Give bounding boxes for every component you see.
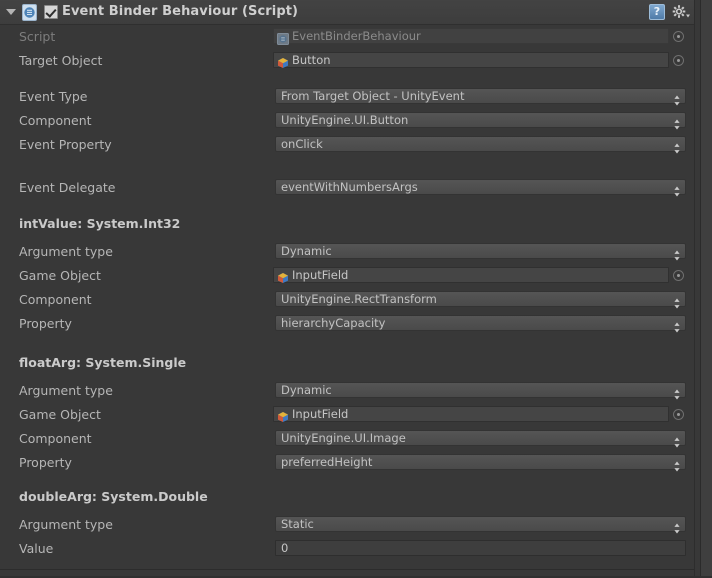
floatarg-game-object-value: InputField [292,407,349,421]
row-label-target-object: Target Object [19,53,103,68]
gameobject-cube-icon [277,408,289,422]
component-value: UnityEngine.UI.Button [281,113,409,127]
target-object-picker-icon[interactable] [673,55,684,66]
row-floatarg-game-object: Game Object InputField [0,406,694,423]
chevron-updown-icon [673,91,681,106]
component-header[interactable]: Event Binder Behaviour (Script) ? [0,0,694,25]
component-title: Event Binder Behaviour (Script) [62,4,299,19]
event-type-dropdown[interactable]: From Target Object - UnityEvent [275,88,686,106]
row-label-property: Property [19,455,72,470]
event-delegate-dropdown[interactable]: eventWithNumbersArgs [275,179,686,197]
row-label-argument-type: Argument type [19,517,113,532]
inspector-right-strip [700,0,712,578]
intvalue-property-dropdown[interactable]: hierarchyCapacity [275,315,686,333]
doublearg-value-input[interactable]: 0 [275,540,686,556]
chevron-updown-icon [673,115,681,130]
row-label-argument-type: Argument type [19,383,113,398]
intvalue-argument-type-dropdown[interactable]: Dynamic [275,243,686,261]
row-event-delegate: Event Delegate eventWithNumbersArgs [0,179,694,197]
row-floatarg-property: Property preferredHeight [0,454,694,472]
section-heading-floatarg: floatArg: System.Single [19,355,187,370]
floatarg-property-value: preferredHeight [281,455,373,469]
event-type-value: From Target Object - UnityEvent [281,89,465,103]
doublearg-argument-type-dropdown[interactable]: Static [275,516,686,534]
row-doublearg-value: Value 0 [0,540,694,557]
chevron-updown-icon [673,246,681,261]
help-icon[interactable]: ? [649,4,665,20]
intvalue-component-dropdown[interactable]: UnityEngine.RectTransform [275,291,686,309]
row-target-object: Target Object Button [0,52,694,69]
row-intvalue-component: Component UnityEngine.RectTransform [0,291,694,309]
intvalue-component-value: UnityEngine.RectTransform [281,292,437,306]
chevron-updown-icon [673,519,681,534]
doublearg-argument-type-value: Static [281,517,314,531]
row-component: Component UnityEngine.UI.Button [0,112,694,130]
row-label-game-object: Game Object [19,407,101,422]
intvalue-argument-type-value: Dynamic [281,244,332,258]
chevron-updown-icon [673,385,681,400]
row-label-component: Component [19,113,92,128]
csharp-script-icon [277,30,289,45]
intvalue-property-value: hierarchyCapacity [281,316,386,330]
row-intvalue-argument-type: Argument type Dynamic [0,243,694,261]
row-floatarg-argument-type: Argument type Dynamic [0,382,694,400]
component-enabled-checkbox[interactable] [44,5,58,19]
row-intvalue-game-object: Game Object InputField [0,267,694,284]
event-property-dropdown[interactable]: onClick [275,136,686,154]
section-heading-doublearg: doubleArg: System.Double [19,489,208,504]
event-property-value: onClick [281,137,323,151]
floatarg-argument-type-value: Dynamic [281,383,332,397]
row-script: Script EventBinderBehaviour [0,28,694,45]
floatarg-component-dropdown[interactable]: UnityEngine.UI.Image [275,430,686,448]
inspector-panel: Event Binder Behaviour (Script) ? Script… [0,0,712,578]
target-object-field[interactable]: Button [273,52,669,68]
foldout-triangle-icon[interactable] [6,9,16,15]
chevron-updown-icon [673,433,681,448]
intvalue-game-object-value: InputField [292,268,349,282]
script-value: EventBinderBehaviour [292,29,421,43]
panel-right-edge [694,0,695,578]
chevron-updown-icon [673,182,681,197]
intvalue-game-object-object-field[interactable]: InputField [273,267,669,283]
row-label-event-delegate: Event Delegate [19,180,116,195]
row-event-property: Event Property onClick [0,136,694,154]
gameobject-cube-icon [277,54,289,68]
component-dropdown[interactable]: UnityEngine.UI.Button [275,112,686,130]
row-label-value: Value [19,541,54,556]
gameobject-cube-icon [277,269,289,283]
gear-icon[interactable] [671,4,691,20]
row-label-property: Property [19,316,72,331]
row-event-type: Event Type From Target Object - UnityEve… [0,88,694,106]
chevron-updown-icon [673,457,681,472]
target-object-value: Button [292,53,331,67]
chevron-updown-icon [673,139,681,154]
row-label-event-property: Event Property [19,137,112,152]
panel-bottom-divider [0,569,694,570]
row-doublearg-argument-type: Argument type Static [0,516,694,534]
row-label-script: Script [19,29,56,44]
row-label-component: Component [19,292,92,307]
floatarg-argument-type-dropdown[interactable]: Dynamic [275,382,686,400]
event-delegate-value: eventWithNumbersArgs [281,180,418,194]
floatarg-game-object-picker-icon[interactable] [673,409,684,420]
row-label-argument-type: Argument type [19,244,113,259]
chevron-updown-icon [673,318,681,333]
row-label-event-type: Event Type [19,89,88,104]
row-label-component: Component [19,431,92,446]
floatarg-component-value: UnityEngine.UI.Image [281,431,406,445]
chevron-updown-icon [673,294,681,309]
script-object-picker-icon [673,31,684,42]
script-object-field: EventBinderBehaviour [273,28,669,45]
row-label-game-object: Game Object [19,268,101,283]
section-heading-intvalue: intValue: System.Int32 [19,216,181,231]
row-intvalue-property: Property hierarchyCapacity [0,315,694,333]
doublearg-value-value: 0 [281,541,289,555]
floatarg-game-object-object-field[interactable]: InputField [273,406,669,422]
csharp-script-icon [21,4,38,21]
intvalue-game-object-picker-icon[interactable] [673,270,684,281]
floatarg-property-dropdown[interactable]: preferredHeight [275,454,686,472]
row-floatarg-component: Component UnityEngine.UI.Image [0,430,694,448]
